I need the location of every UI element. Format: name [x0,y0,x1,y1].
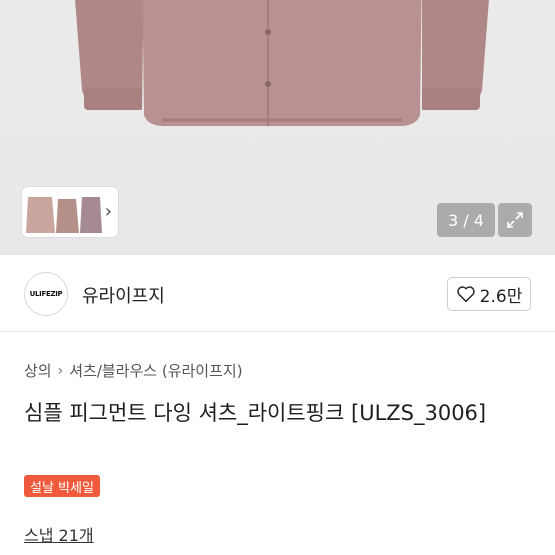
chevron-right-icon: › [57,362,64,379]
breadcrumb-item-subcategory[interactable]: 셔츠/블라우스 (유라이프지) [69,360,242,381]
shop-name[interactable]: 유라이프지 [82,282,165,308]
breadcrumb-item-category[interactable]: 상의 [24,360,52,381]
chevron-right-icon: › [104,201,112,222]
thumbnail-images [26,197,102,233]
thumbnail-strip[interactable]: › [22,187,118,237]
shop-info: ULIFEZIP 유라이프지 2.6만 [0,255,555,332]
image-counter: 3 / 4 [437,203,495,237]
shop-logo[interactable]: ULIFEZIP [24,272,68,316]
sale-badge: 설날 빅세일 [24,475,100,497]
expand-icon [507,212,523,228]
snap-link[interactable]: 스냅 21개 [24,522,94,546]
heart-icon [456,286,475,303]
product-image-gallery[interactable]: › 3 / 4 [0,0,555,255]
like-button[interactable]: 2.6만 [447,277,531,311]
product-title: 심플 피그먼트 다잉 셔츠_라이트핑크 [ULZS_3006] [24,401,487,425]
expand-button[interactable] [498,203,532,237]
product-image [75,0,489,126]
breadcrumb: 상의 › 셔츠/블라우스 (유라이프지) [24,360,243,381]
like-count: 2.6만 [479,286,523,307]
